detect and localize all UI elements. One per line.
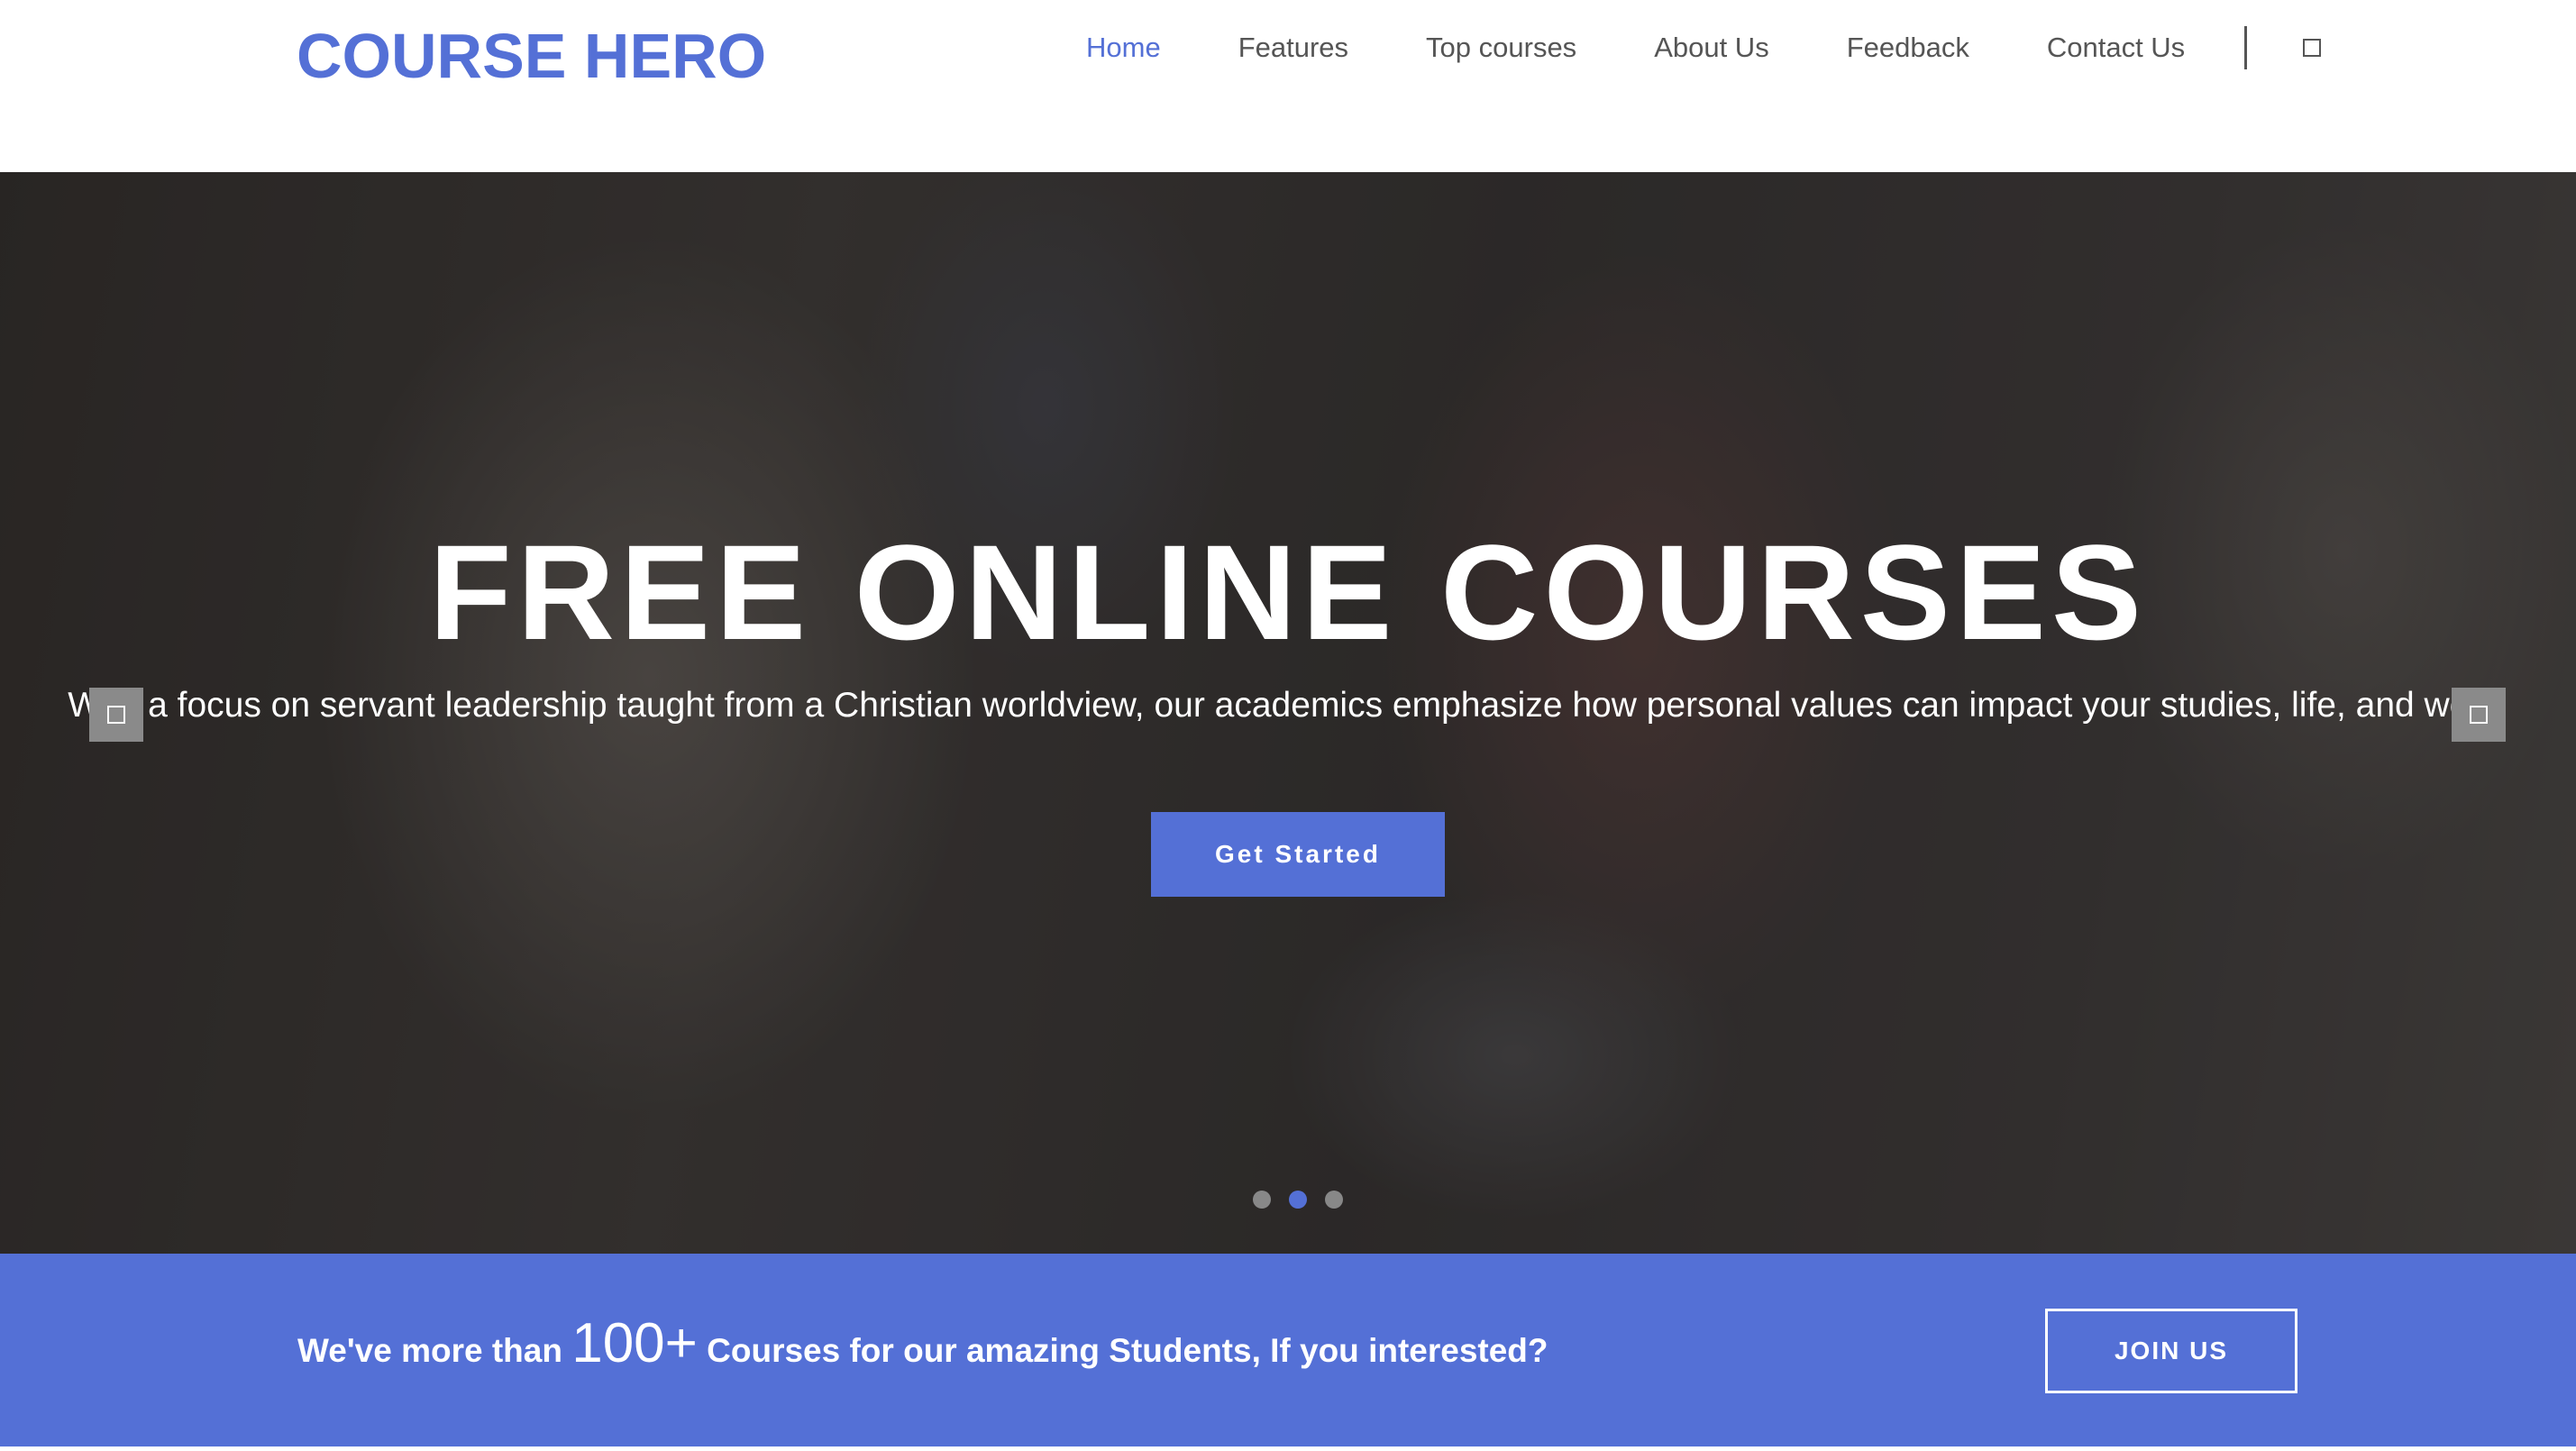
slider-dots [1253, 1191, 1361, 1209]
promo-highlight: 100+ [571, 1312, 698, 1374]
slider-prev-button[interactable] [89, 688, 143, 742]
nav-item-contact-us[interactable]: Contact Us [2047, 27, 2185, 68]
promo-text-before: We've more than [297, 1332, 562, 1369]
site-header: COURSE HERO Home Features Top courses Ab… [0, 0, 2576, 172]
hero-title: FREE ONLINE COURSES [429, 516, 2147, 668]
nav-item-feedback[interactable]: Feedback [1847, 27, 1969, 68]
promo-banner: We've more than 100+ Courses for our ama… [0, 1254, 2576, 1446]
promo-text: We've more than 100+ Courses for our ama… [297, 1312, 1548, 1383]
main-nav: Home Features Top courses About Us Feedb… [1086, 26, 2322, 69]
nav-item-home[interactable]: Home [1086, 27, 1161, 68]
search-icon[interactable] [2303, 39, 2322, 57]
hero-slider: FREE ONLINE COURSES With a focus on serv… [0, 172, 2576, 1254]
logo[interactable]: COURSE HERO [297, 20, 766, 92]
chevron-right-icon [2470, 706, 2488, 724]
nav-item-about-us[interactable]: About Us [1654, 27, 1769, 68]
get-started-button[interactable]: Get Started [1151, 812, 1445, 897]
nav-divider [2244, 26, 2248, 69]
join-us-button[interactable]: JOIN US [2045, 1309, 2297, 1393]
chevron-left-icon [107, 706, 125, 724]
slider-dot-3[interactable] [1325, 1191, 1343, 1209]
slider-next-button[interactable] [2452, 688, 2506, 742]
nav-item-top-courses[interactable]: Top courses [1426, 27, 1576, 68]
hero-subtitle: With a focus on servant leadership taugh… [68, 686, 2508, 725]
slider-dot-1[interactable] [1253, 1191, 1271, 1209]
slider-dot-2[interactable] [1289, 1191, 1307, 1209]
promo-text-after: Courses for our amazing Students, If you… [707, 1332, 1548, 1369]
nav-item-features[interactable]: Features [1238, 27, 1348, 68]
